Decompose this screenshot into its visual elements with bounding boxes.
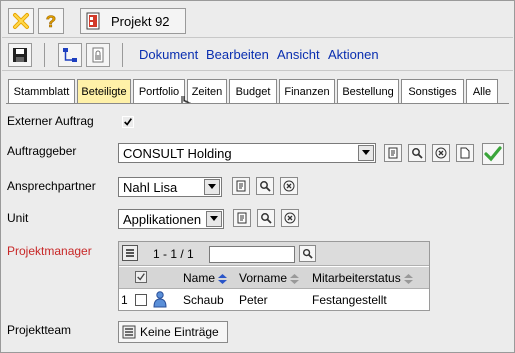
- toolbar-separator: [122, 43, 123, 67]
- auftraggeber-search-button[interactable]: [408, 144, 426, 162]
- list-icon: [122, 325, 136, 339]
- save-icon: [13, 48, 27, 62]
- title-bar: ? Projekt 92: [2, 2, 513, 38]
- auftraggeber-select[interactable]: CONSULT Holding: [118, 143, 376, 163]
- help-button[interactable]: ?: [38, 8, 64, 34]
- toolbar: Dokument Bearbeiten Ansicht Aktionen: [2, 39, 513, 71]
- auftraggeber-new-button[interactable]: [456, 144, 474, 162]
- tab-beteiligte[interactable]: Beteiligte: [77, 79, 131, 103]
- row-index: 1: [121, 293, 128, 307]
- green-checkmark-icon: [484, 146, 502, 162]
- row-checkbox[interactable]: [135, 294, 147, 306]
- sort-icon: [403, 273, 413, 284]
- clear-icon: [283, 180, 295, 192]
- grid-pager: 1 - 1 / 1: [153, 247, 194, 261]
- menu-dokument[interactable]: Dokument: [139, 47, 198, 62]
- grid-menu-button[interactable]: [122, 245, 138, 261]
- menu-ansicht[interactable]: Ansicht: [277, 47, 320, 62]
- document-details-icon: [237, 212, 247, 224]
- close-button[interactable]: [8, 8, 34, 34]
- ansprechpartner-details-button[interactable]: [232, 177, 250, 195]
- ansprechpartner-select[interactable]: Nahl Lisa: [118, 177, 222, 197]
- structure-button[interactable]: [58, 43, 82, 67]
- grid-column-headers: Name Vorname Mitarbeiterstatus: [119, 267, 429, 289]
- document-details-icon: [388, 147, 398, 159]
- project-title: Projekt 92: [111, 13, 170, 29]
- externer-auftrag-checkbox[interactable]: [122, 116, 134, 128]
- search-icon: [261, 213, 272, 224]
- clear-icon: [435, 147, 447, 159]
- checkmark-icon: [124, 118, 133, 126]
- grid-search-button[interactable]: [299, 245, 316, 262]
- document-lock-icon: [92, 47, 104, 63]
- list-icon: [126, 249, 134, 257]
- chevron-down-icon: [206, 211, 222, 227]
- project-icon: [86, 12, 100, 30]
- externer-auftrag-label: Externer Auftrag: [7, 114, 94, 128]
- ansprechpartner-label: Ansprechpartner: [7, 179, 96, 193]
- menu-bearbeiten[interactable]: Bearbeiten: [206, 47, 269, 62]
- projektteam-button-label: Keine Einträge: [140, 325, 219, 339]
- unit-select[interactable]: Applikationen: [118, 209, 224, 229]
- tab-bestellung[interactable]: Bestellung: [337, 79, 399, 103]
- help-icon: ?: [46, 12, 57, 30]
- tab-stammblatt[interactable]: Stammblatt: [8, 79, 75, 103]
- auftraggeber-label: Auftraggeber: [7, 144, 77, 158]
- tab-budget[interactable]: Budget: [229, 79, 277, 103]
- tab-finanzen[interactable]: Finanzen: [279, 79, 335, 103]
- checkmark-icon: [137, 273, 145, 281]
- application-window: ? Projekt 92 Dokument Bearbeiten Ansicht…: [0, 0, 515, 353]
- row-name: Schaub: [183, 293, 224, 307]
- unit-search-button[interactable]: [257, 209, 275, 227]
- person-icon: [153, 291, 167, 308]
- auftraggeber-clear-button[interactable]: [432, 144, 450, 162]
- print-button[interactable]: [86, 43, 110, 67]
- column-mitarbeiterstatus[interactable]: Mitarbeiterstatus: [312, 271, 413, 285]
- unit-clear-button[interactable]: [281, 209, 299, 227]
- projektteam-button[interactable]: Keine Einträge: [118, 321, 228, 343]
- unit-details-button[interactable]: [233, 209, 251, 227]
- sort-icon: [218, 273, 228, 284]
- tab-sonstiges[interactable]: Sonstiges: [401, 79, 464, 103]
- auftraggeber-value: CONSULT Holding: [123, 145, 232, 161]
- confirm-button[interactable]: [482, 143, 504, 165]
- search-icon: [302, 248, 313, 259]
- chevron-down-icon: [204, 179, 220, 195]
- projektteam-label: Projektteam: [7, 323, 72, 337]
- new-document-icon: [460, 147, 470, 159]
- ansprechpartner-value: Nahl Lisa: [123, 179, 178, 195]
- hierarchy-icon: [63, 48, 77, 62]
- ansprechpartner-search-button[interactable]: [256, 177, 274, 195]
- column-name[interactable]: Name: [183, 271, 228, 285]
- unit-value: Applikationen: [123, 211, 202, 227]
- select-all-checkbox[interactable]: [135, 271, 147, 283]
- search-icon: [412, 148, 423, 159]
- toolbar-separator: [44, 43, 45, 67]
- projektmanager-label: Projektmanager: [7, 244, 92, 258]
- row-status: Festangestellt: [312, 293, 387, 307]
- projektmanager-grid: 1 - 1 / 1 Name Vorname Mitarbeiterstatus…: [118, 241, 430, 311]
- unit-label: Unit: [7, 211, 29, 225]
- grid-header: 1 - 1 / 1: [119, 242, 429, 266]
- save-button[interactable]: [8, 43, 32, 67]
- tab-alle[interactable]: Alle: [466, 79, 498, 103]
- ansprechpartner-clear-button[interactable]: [280, 177, 298, 195]
- document-details-icon: [236, 180, 246, 192]
- sort-icon: [290, 273, 300, 284]
- chevron-down-icon: [358, 145, 374, 161]
- clear-icon: [284, 212, 296, 224]
- row-vorname: Peter: [239, 293, 268, 307]
- menu-aktionen[interactable]: Aktionen: [328, 47, 379, 62]
- table-row[interactable]: 1 Schaub Peter Festangestellt: [119, 290, 429, 310]
- grid-search-input[interactable]: [209, 246, 295, 263]
- close-icon: [13, 13, 29, 29]
- svg-text:?: ?: [46, 12, 56, 30]
- auftraggeber-details-button[interactable]: [384, 144, 402, 162]
- search-icon: [260, 181, 271, 192]
- project-document-tab[interactable]: Projekt 92: [80, 8, 186, 34]
- column-vorname[interactable]: Vorname: [239, 271, 300, 285]
